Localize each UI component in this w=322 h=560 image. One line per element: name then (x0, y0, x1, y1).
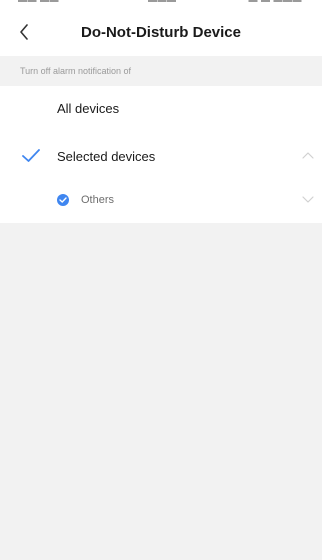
sub-item-label: Others (81, 194, 115, 206)
status-left: ▬▬ ▬▬ ━ (18, 0, 68, 5)
nav-bar: Do-Not-Disturb Device (0, 10, 322, 56)
chevron-up-icon[interactable] (302, 151, 314, 159)
option-selected-devices[interactable]: Selected devices (0, 134, 322, 180)
option-all-devices[interactable]: All devices (0, 86, 322, 132)
page-title: Do-Not-Disturb Device (80, 24, 241, 41)
sub-item-others[interactable]: Others (0, 181, 322, 223)
option-label: Selected devices (57, 149, 156, 164)
status-bar: ▬▬ ▬▬ ━ ▬▬▬ ▬ ▬ ▬▬▬ (0, 0, 322, 10)
section-header-label: Turn off alarm notification of (20, 66, 132, 76)
status-time: ▬▬▬ (148, 0, 177, 4)
checkmark-icon (22, 149, 40, 162)
status-right: ▬ ▬ ▬▬▬ (248, 0, 302, 4)
device-options: All devices Selected devices Others (0, 86, 322, 223)
chevron-down-icon[interactable] (302, 196, 314, 204)
checked-circle-icon[interactable] (57, 194, 69, 206)
section-header: Turn off alarm notification of (0, 56, 322, 86)
option-label: All devices (57, 101, 120, 116)
